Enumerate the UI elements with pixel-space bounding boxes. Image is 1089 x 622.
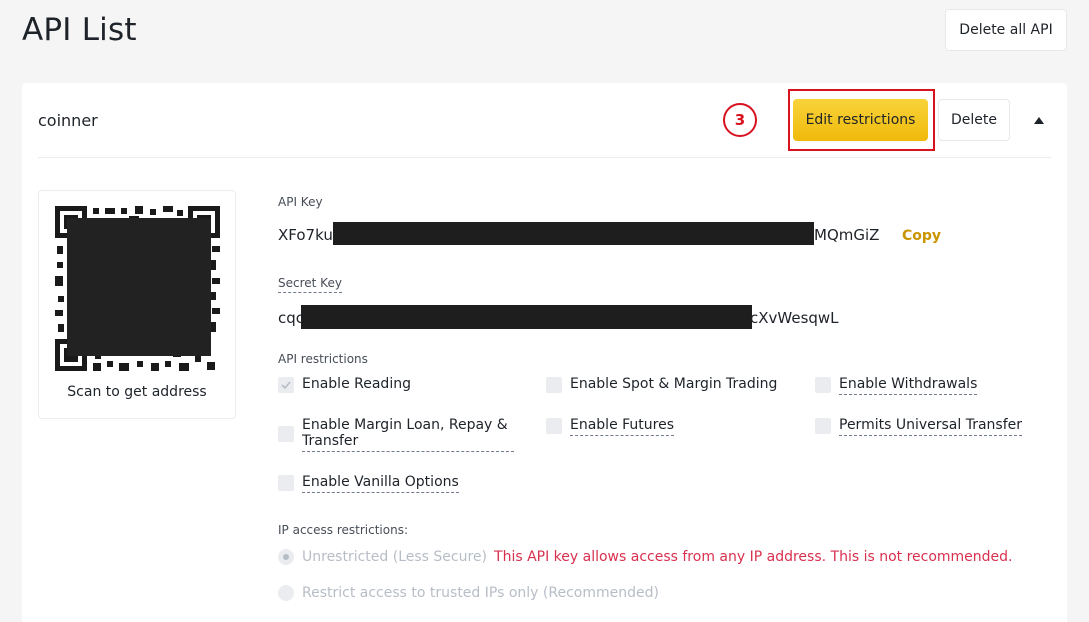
checkbox-label: Enable Vanilla Options — [302, 474, 459, 493]
ip-restrictions-label: IP access restrictions: — [278, 523, 408, 537]
ip-warning-text: This API key allows access from any IP a… — [494, 549, 1013, 565]
caret-up-icon[interactable] — [1032, 113, 1046, 127]
checkbox-box — [815, 418, 831, 434]
checkbox-enable-withdrawals[interactable]: Enable Withdrawals — [815, 376, 978, 395]
delete-button[interactable]: Delete — [938, 99, 1010, 141]
edit-restrictions-button[interactable]: Edit restrictions — [793, 99, 928, 141]
api-key-label: API Key — [278, 195, 323, 209]
radio-unrestricted[interactable]: Unrestricted (Less Secure) This API key … — [278, 549, 1013, 565]
checkbox-box — [546, 418, 562, 434]
radio-dot — [278, 585, 294, 601]
checkbox-box — [546, 377, 562, 393]
checkbox-label: Enable Spot & Margin Trading — [570, 376, 778, 392]
checkbox-label: Enable Futures — [570, 417, 675, 436]
qr-caption: Scan to get address — [67, 384, 207, 400]
checkbox-label: Enable Margin Loan, Repay & Transfer — [302, 417, 514, 452]
checkmark-icon — [278, 377, 294, 393]
qr-code-icon — [55, 206, 220, 371]
radio-restrict-trusted-ips[interactable]: Restrict access to trusted IPs only (Rec… — [278, 585, 659, 601]
checkbox-enable-margin-loan[interactable]: Enable Margin Loan, Repay & Transfer — [278, 417, 514, 452]
divider — [38, 157, 1051, 158]
api-restrictions-label: API restrictions — [278, 352, 368, 366]
step-badge: 3 — [723, 103, 757, 137]
checkbox-permits-universal-transfer[interactable]: Permits Universal Transfer — [815, 417, 1022, 436]
secret-key-suffix: cXvWesqwL — [750, 309, 839, 327]
radio-label: Unrestricted (Less Secure) — [302, 549, 488, 565]
qr-panel: Scan to get address — [38, 190, 236, 419]
checkbox-enable-vanilla-options[interactable]: Enable Vanilla Options — [278, 474, 459, 493]
checkbox-label: Enable Withdrawals — [839, 376, 978, 395]
checkbox-enable-reading[interactable]: Enable Reading — [278, 376, 411, 393]
checkbox-box — [278, 475, 294, 491]
page-title: API List — [22, 12, 137, 48]
copy-api-key-link[interactable]: Copy — [902, 228, 941, 244]
radio-dot — [278, 549, 294, 565]
api-card: coinner 3 Edit restrictions Delete Scan … — [22, 83, 1067, 622]
radio-label: Restrict access to trusted IPs only (Rec… — [302, 585, 659, 601]
checkbox-label: Enable Reading — [302, 376, 411, 392]
secret-key-label: Secret Key — [278, 276, 342, 293]
checkbox-label: Permits Universal Transfer — [839, 417, 1022, 436]
checkbox-box — [278, 426, 294, 442]
delete-all-api-button[interactable]: Delete all API — [945, 9, 1067, 51]
api-key-prefix: XFo7ku — [278, 226, 333, 244]
api-key-redaction — [333, 222, 814, 245]
api-name: coinner — [38, 111, 98, 130]
checkbox-enable-spot-margin-trading[interactable]: Enable Spot & Margin Trading — [546, 376, 777, 393]
secret-key-redaction — [301, 305, 752, 329]
checkbox-box — [815, 377, 831, 393]
api-key-suffix: MQmGiZ — [814, 226, 880, 244]
checkbox-enable-futures[interactable]: Enable Futures — [546, 417, 675, 436]
